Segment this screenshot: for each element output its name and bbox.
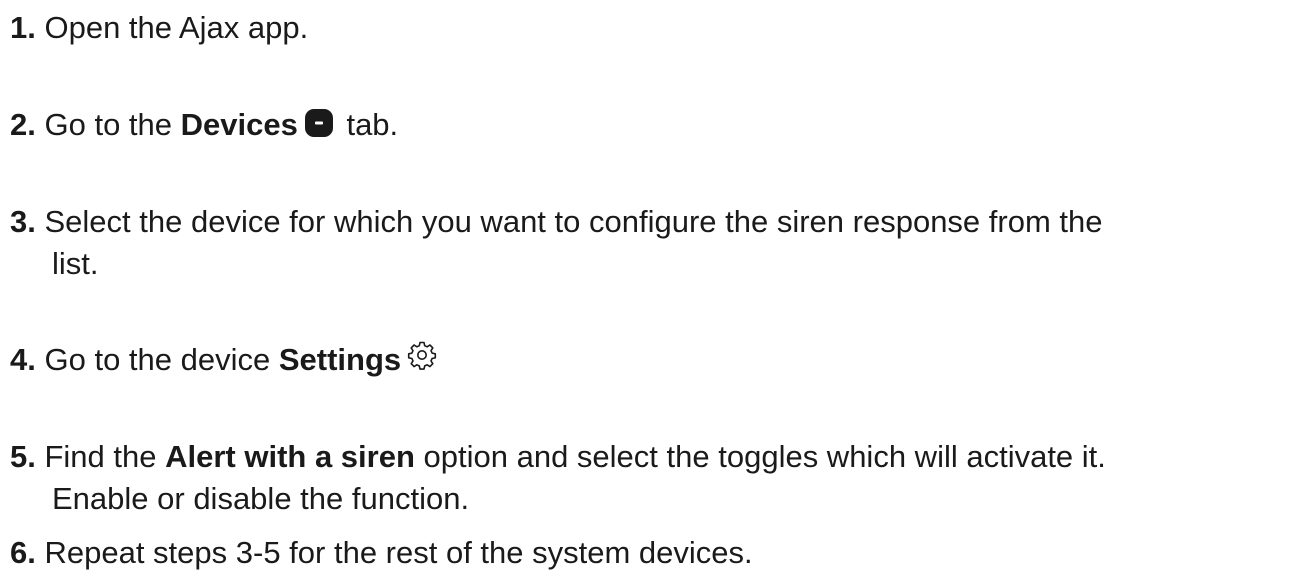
step-3: 3. Select the device for which you want …: [10, 201, 1103, 285]
step-text-continued: list.: [52, 246, 99, 281]
gear-icon: [401, 340, 437, 383]
step-6: 6. Repeat steps 3-5 for the rest of the …: [10, 532, 753, 574]
step-5: 5. Find the Alert with a siren option an…: [10, 436, 1106, 520]
step-number: 6.: [10, 535, 36, 570]
step-text-after: tab.: [337, 107, 399, 142]
devices-label: Devices: [180, 107, 298, 142]
devices-icon: [298, 106, 338, 148]
step-number: 2.: [10, 107, 36, 142]
step-text: Find the: [44, 439, 166, 474]
step-number: 1.: [10, 10, 36, 45]
step-text-after: option and select the toggles which will…: [414, 439, 1106, 474]
step-1: 1. Open the Ajax app.: [10, 7, 308, 49]
step-number: 4.: [10, 342, 36, 377]
step-text: Open the Ajax app.: [44, 10, 309, 45]
step-text: Go to the: [44, 107, 181, 142]
step-4: 4. Go to the device Settings: [10, 339, 437, 383]
alert-with-siren-label: Alert with a siren: [165, 439, 415, 474]
settings-label: Settings: [278, 342, 402, 377]
step-number: 3.: [10, 204, 36, 239]
step-text: Select the device for which you want to …: [44, 204, 1103, 239]
step-text-continued: Enable or disable the function.: [52, 481, 470, 516]
step-2: 2. Go to the Devices tab.: [10, 104, 398, 148]
step-text: Repeat steps 3-5 for the rest of the sys…: [44, 535, 753, 570]
step-text: Go to the device: [44, 342, 279, 377]
step-number: 5.: [10, 439, 36, 474]
